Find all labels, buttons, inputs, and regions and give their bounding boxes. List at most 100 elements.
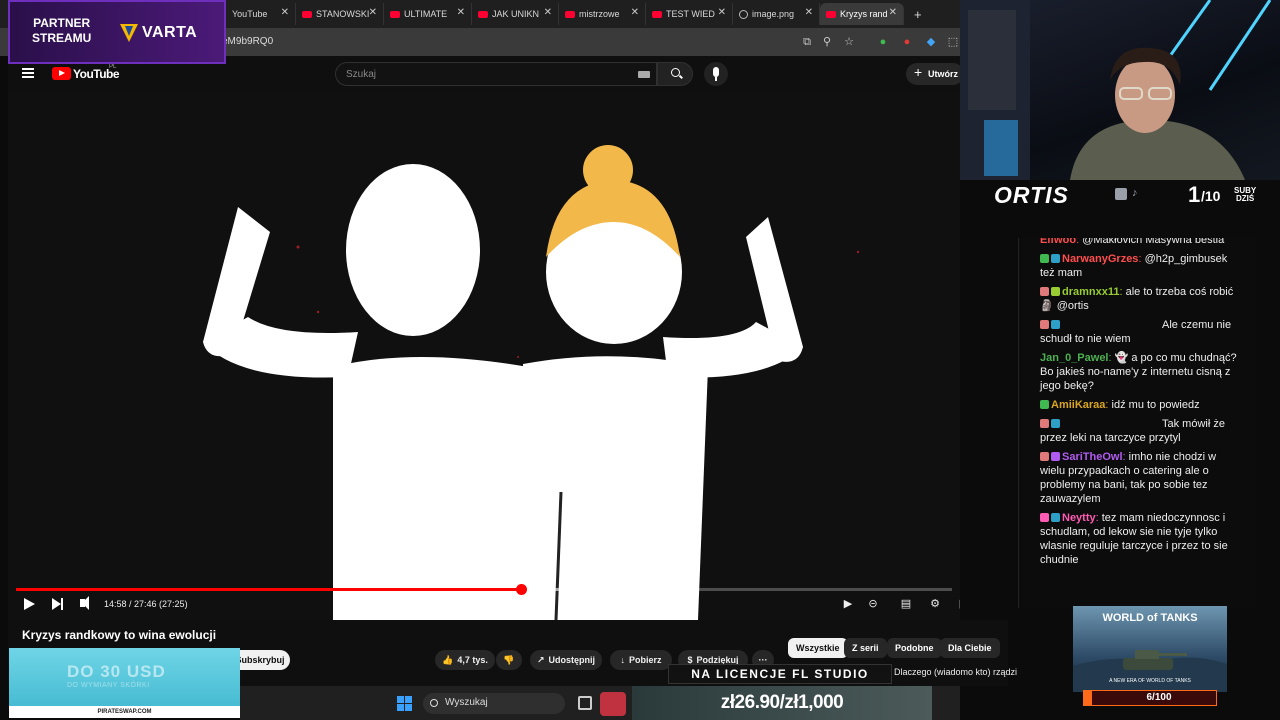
chat-username[interactable]: SariTheOwl (1062, 451, 1123, 463)
install-app-icon[interactable]: ⧉ (800, 35, 814, 49)
chat-message: AmiiKaraa: idź mu to powiedz (1040, 398, 1240, 412)
extensions-puzzle-icon[interactable]: ⬚ (946, 35, 960, 49)
zoom-icon[interactable]: ⚲ (820, 35, 834, 49)
extension-adblock-icon[interactable]: ● (900, 35, 914, 49)
tab-close-icon[interactable]: ✕ (369, 7, 377, 18)
thumbs-up-icon: 👍 (442, 654, 454, 665)
tab-close-icon[interactable]: ✕ (718, 7, 726, 18)
tab-close-icon[interactable]: ✕ (457, 7, 465, 18)
tab-test-wiedzy[interactable]: TEST WIED ✕ (646, 3, 733, 25)
promo-headline: DO 30 USD (67, 662, 166, 681)
menu-icon[interactable] (22, 68, 34, 78)
chat-text: Ale czemu nie schudł to nie wiem (1040, 319, 1232, 345)
chat-badge-icon (1051, 287, 1060, 296)
youtube-logo-icon[interactable] (52, 67, 71, 80)
like-button[interactable]: 👍 4,7 tys. (435, 650, 495, 670)
chat-badge-icon (1040, 400, 1049, 409)
search-button[interactable] (657, 62, 693, 86)
promo-subline: DO WYMIANY SKÓRKI (67, 682, 150, 689)
subs-today-goal: /10 (1201, 188, 1221, 204)
download-icon: ↓ (620, 655, 625, 665)
miniplayer-icon[interactable]: ▣ (957, 598, 960, 610)
tab-close-icon[interactable]: ✕ (889, 7, 897, 18)
tab-close-icon[interactable]: ✕ (805, 7, 813, 18)
tab-ultimate[interactable]: ULTIMATE ✕ (384, 3, 472, 25)
partner-line-1: PARTNER (33, 16, 91, 30)
progress-played (16, 588, 521, 591)
chip-all[interactable]: Wszystkie (788, 638, 848, 658)
progress-bar[interactable] (16, 584, 952, 595)
subtitles-icon[interactable]: ▤ (899, 598, 913, 610)
chat-username[interactable]: Elfwoo (1040, 238, 1076, 246)
extension-diamond-icon[interactable]: ◆ (924, 35, 938, 49)
twitch-icon (1115, 188, 1127, 200)
windows-start-icon[interactable] (397, 696, 412, 711)
tab-label: JAK UNIKN (492, 9, 540, 19)
tab-kryzys-randkowy[interactable]: Kryzys rand ✕ (820, 3, 904, 25)
youtube-icon (390, 10, 400, 18)
varta-logo-icon (120, 24, 138, 42)
streamer-nameplate: ORTIS ♪ 1 /10 SUBY DZIŚ (960, 180, 1280, 210)
dislike-button[interactable]: 👎 (496, 650, 522, 670)
chip-series[interactable]: Z serii (844, 638, 887, 658)
tab-youtube[interactable]: YouTube ✕ (226, 3, 296, 25)
tab-stanowski[interactable]: STANOWSKI ✕ (296, 3, 384, 25)
sponsorblock-icon[interactable]: ▶ (841, 598, 855, 610)
related-video-title[interactable]: Dlaczego (wiadomo kto) rządzi (894, 667, 1017, 677)
donation-amount: zł26.90/zł1,000 (720, 692, 844, 713)
chip-similar[interactable]: Podobne (887, 638, 942, 658)
tab-mistrzowe[interactable]: mistrzowe ✕ (559, 3, 646, 25)
chat-badge-icon (1040, 513, 1049, 522)
bookmark-star-icon[interactable]: ☆ (842, 35, 856, 49)
tab-image-png[interactable]: image.png ✕ (733, 3, 820, 25)
like-count: 4,7 tys. (457, 655, 488, 665)
promo-url: PIRATESWAP.COM (9, 706, 240, 718)
chat-text: @Makłovich Masywna bestia (1082, 238, 1225, 246)
wot-title: WORLD of TANKS (1102, 612, 1198, 624)
webcam-feed (960, 0, 1280, 180)
video-player[interactable]: 14:58 / 27:46 (27:25) ▶ ⊝ ▤ ⚙ ▣ (8, 92, 960, 620)
tab-label: TEST WIED (666, 9, 715, 19)
tab-close-icon[interactable]: ✕ (631, 7, 639, 18)
video-frame-illustration (203, 145, 860, 620)
youtube-icon (302, 10, 312, 18)
chat-badge-icon (1040, 452, 1049, 461)
taskbar-app-icon[interactable] (600, 692, 626, 716)
chat-username[interactable]: NarwanyGrzes (1062, 253, 1138, 265)
tab-close-icon[interactable]: ✕ (544, 7, 552, 18)
chat-badge-icon (1051, 513, 1060, 522)
plus-icon: + (914, 64, 923, 80)
youtube-region-code: PL (109, 64, 117, 70)
chat-message: Neytty: tez mam niedoczynnosc i schudlam… (1040, 512, 1228, 566)
chat-username[interactable]: dramnxx11 (1062, 286, 1119, 298)
chat-username[interactable]: AmiiKaraa (1051, 399, 1105, 411)
chat-panel: Elfwoo: @Makłovich Masywna bestia Narwany… (1018, 238, 1256, 608)
chat-message: Jan_0_Pawel: 👻 a po co mu chudnąć? Bo ja… (1040, 352, 1237, 392)
scrubber-handle[interactable] (515, 584, 527, 595)
chat-badge-icon (1040, 419, 1049, 428)
settings-gear-icon[interactable]: ⚙ (928, 598, 942, 610)
share-button[interactable]: ↗ Udostępnij (530, 650, 602, 670)
subs-label-line-2: DZIŚ (1236, 194, 1255, 203)
share-arrow-icon: ↗ (536, 654, 545, 665)
chat-message: Elfwoo: @Makłovich Masywna bestia (1040, 238, 1240, 247)
voice-search-mic-icon[interactable] (704, 62, 728, 86)
tab-jak-uniknac[interactable]: JAK UNIKN ✕ (472, 3, 559, 25)
url-field[interactable]: eM9b9RQ0 (222, 36, 273, 47)
tab-close-icon[interactable]: ✕ (281, 7, 289, 18)
chat-username[interactable]: Neytty (1062, 512, 1096, 524)
taskbar-search[interactable]: Wyszukaj (423, 693, 565, 714)
play-icon[interactable] (24, 598, 35, 610)
new-tab-button[interactable]: + (908, 3, 928, 25)
download-button[interactable]: ↓ Pobierz (610, 650, 672, 670)
keyboard-icon[interactable] (638, 71, 650, 78)
chip-for-you[interactable]: Dla Ciebie (940, 638, 1000, 658)
task-view-icon[interactable] (578, 696, 592, 710)
volume-icon[interactable] (80, 596, 89, 610)
autoplay-toggle[interactable]: ⊝ (866, 598, 880, 610)
next-video-icon[interactable] (52, 598, 63, 610)
chat-username[interactable]: Jan_0_Pawel (1040, 352, 1109, 364)
subs-today-label: SUBY DZIŚ (1234, 187, 1256, 203)
extension-shield-icon[interactable]: ● (876, 35, 890, 49)
search-input[interactable]: Szukaj (335, 62, 657, 86)
